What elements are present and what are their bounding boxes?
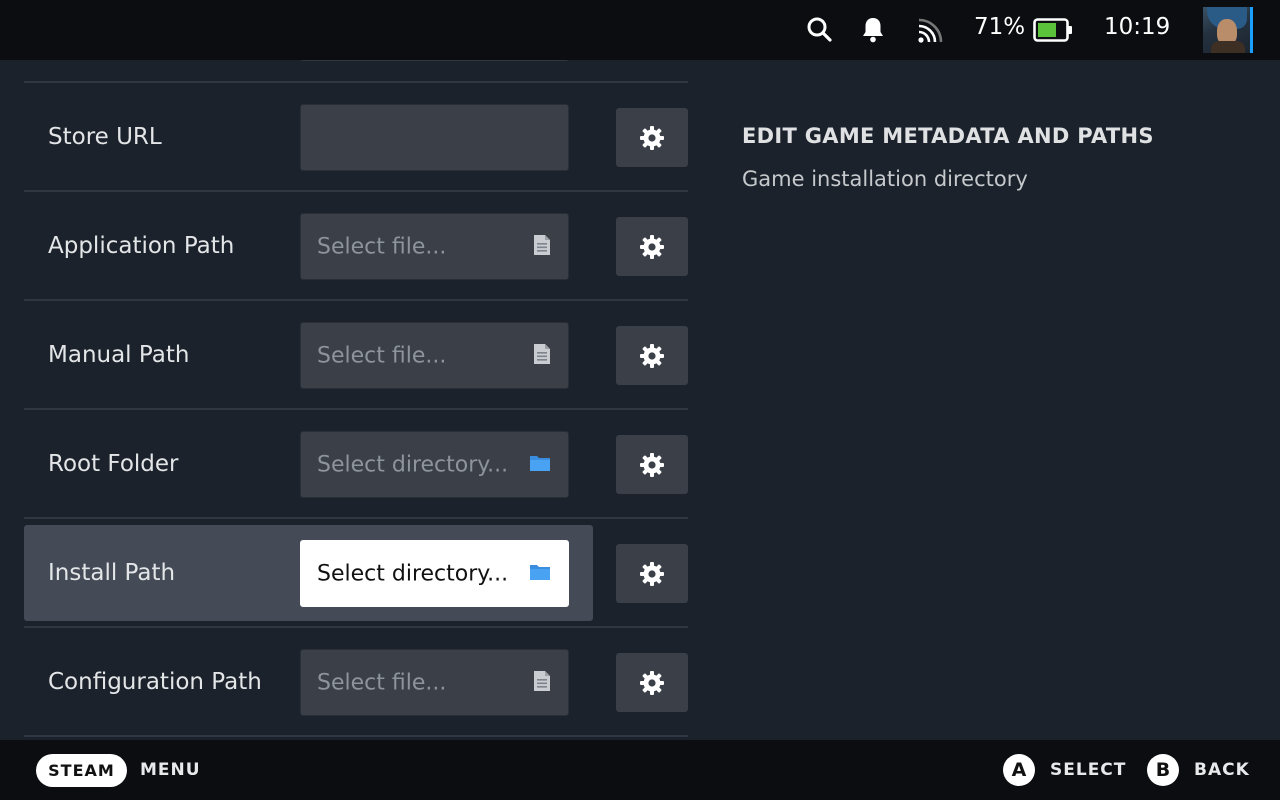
configuration-path-input[interactable]: Select file... xyxy=(300,649,569,716)
field-placeholder: Select file... xyxy=(317,343,447,368)
steam-button[interactable]: STEAM xyxy=(36,754,127,787)
row-label: Root Folder xyxy=(48,450,179,477)
help-description: Game installation directory xyxy=(742,167,1028,191)
root-folder-input[interactable]: Select directory... xyxy=(300,431,569,498)
row-label: Manual Path xyxy=(48,341,190,368)
a-button-glyph[interactable]: A xyxy=(1003,754,1035,786)
store-url-input[interactable] xyxy=(300,104,569,171)
top-status-bar: 71% 10:19 xyxy=(0,0,1280,60)
folder-icon xyxy=(529,454,551,476)
row-label: Store URL xyxy=(48,123,162,150)
row-manual-path[interactable]: Manual Path Select file... xyxy=(24,301,688,408)
manual-path-settings-button[interactable] xyxy=(616,326,688,385)
path-settings-list: Store URL Application Path Select file..… xyxy=(0,60,700,740)
manual-path-input[interactable]: Select file... xyxy=(300,322,569,389)
row-install-path[interactable]: Install Path Select directory... xyxy=(24,519,688,626)
gear-icon xyxy=(640,670,664,695)
file-icon xyxy=(533,234,551,260)
root-folder-settings-button[interactable] xyxy=(616,435,688,494)
select-label: SELECT xyxy=(1050,760,1127,780)
configuration-path-settings-button[interactable] xyxy=(616,653,688,712)
row-configuration-path[interactable]: Configuration Path Select file... xyxy=(24,628,688,735)
gear-icon xyxy=(640,343,664,368)
field-placeholder: Select directory... xyxy=(317,452,509,477)
row-divider xyxy=(24,735,688,737)
row-label: Application Path xyxy=(48,232,235,259)
menu-label: MENU xyxy=(140,760,201,780)
gear-icon xyxy=(640,452,664,477)
b-button-glyph[interactable]: B xyxy=(1147,754,1179,786)
gear-icon xyxy=(640,561,664,586)
notification-bell-icon[interactable] xyxy=(861,16,885,48)
application-path-input[interactable]: Select file... xyxy=(300,213,569,280)
application-path-settings-button[interactable] xyxy=(616,217,688,276)
row-store-url[interactable]: Store URL xyxy=(24,83,688,190)
clock: 10:19 xyxy=(1104,14,1171,40)
field-placeholder: Select file... xyxy=(317,234,447,259)
row-label: Configuration Path xyxy=(48,668,262,695)
previous-field-stub xyxy=(300,60,569,61)
file-icon xyxy=(533,670,551,696)
help-title: EDIT GAME METADATA AND PATHS xyxy=(742,124,1154,148)
wifi-signal-icon xyxy=(916,17,944,49)
gear-icon xyxy=(640,125,664,150)
battery-icon xyxy=(1033,18,1073,46)
bottom-controls-bar: STEAM MENU A SELECT B BACK xyxy=(0,740,1280,800)
search-icon[interactable] xyxy=(806,16,832,46)
row-label: Install Path xyxy=(48,559,176,586)
row-root-folder[interactable]: Root Folder Select directory... xyxy=(24,410,688,517)
store-url-settings-button[interactable] xyxy=(616,108,688,167)
back-label: BACK xyxy=(1194,760,1250,780)
install-path-settings-button[interactable] xyxy=(616,544,688,603)
file-icon xyxy=(533,343,551,369)
field-placeholder: Select file... xyxy=(317,670,447,695)
field-placeholder: Select directory... xyxy=(317,561,509,586)
install-path-input[interactable]: Select directory... xyxy=(300,540,569,607)
gear-icon xyxy=(640,234,664,259)
row-application-path[interactable]: Application Path Select file... xyxy=(24,192,688,299)
user-avatar[interactable] xyxy=(1203,7,1253,53)
folder-icon xyxy=(529,563,551,585)
battery-percentage: 71% xyxy=(974,14,1026,40)
